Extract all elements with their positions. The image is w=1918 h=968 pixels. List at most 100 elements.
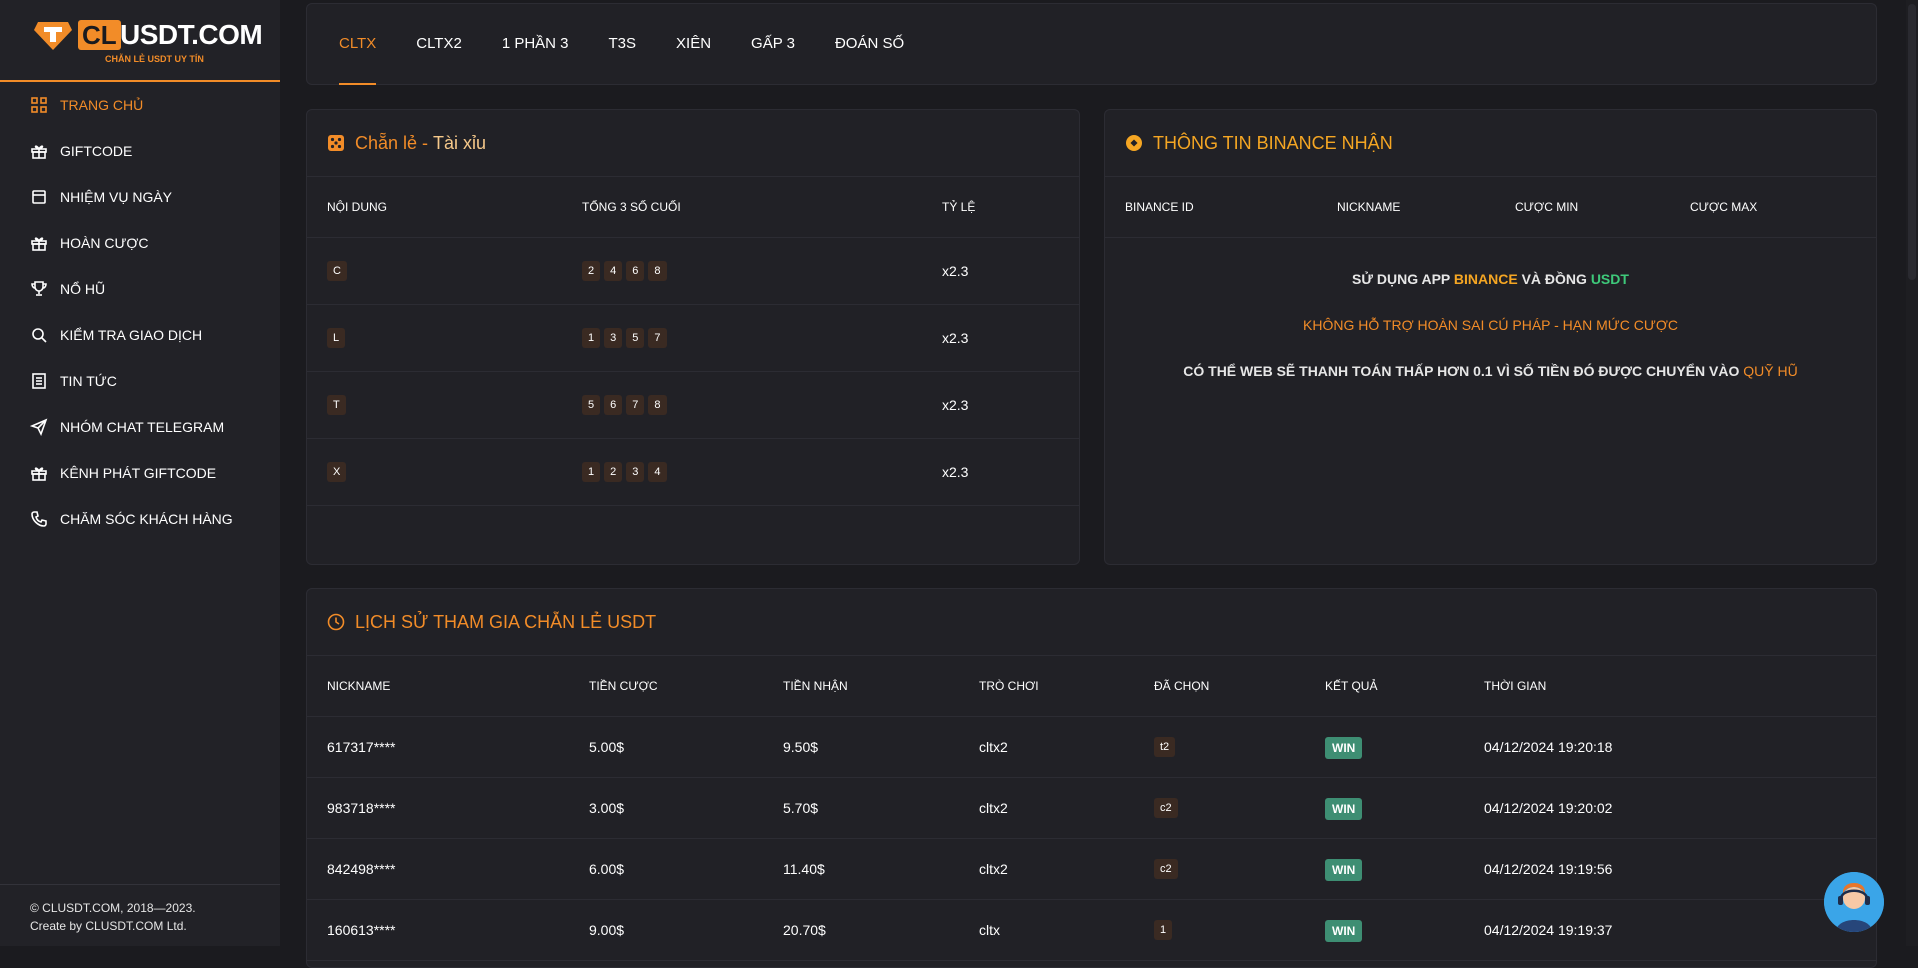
sidebar-item-label: GIFTCODE [60, 143, 133, 159]
game-cell: cltx [959, 899, 1134, 961]
sidebar-item-trang-chu[interactable]: TRANG CHỦ [0, 82, 280, 128]
column-header-thoi-gian: THỜI GIAN [1464, 656, 1876, 717]
rules-title-chan-le: Chẵn lẻ [355, 132, 418, 153]
number-chip: 3 [626, 462, 645, 482]
table-row: L 1357 x2.3 [307, 304, 1079, 372]
gift-icon [30, 142, 48, 160]
column-header-tro-choi: TRÒ CHƠI [959, 656, 1134, 717]
notice-no-refund-line: KHÔNG HỖ TRỢ HOÀN SAI CÚ PHÁP - HẠN MỨC … [1303, 317, 1678, 333]
column-header-ty-le: TỶ LỆ [922, 177, 1079, 238]
sidebar-item-no-hu[interactable]: NỔ HŨ [0, 266, 280, 312]
number-chip: 6 [626, 261, 645, 281]
history-table: NICKNAME TIỀN CƯỢC TIỀN NHẬN TRÒ CHƠI ĐÃ… [307, 656, 1876, 961]
logo-tagline: CHẴN LẺ USDT UY TÍN [105, 54, 204, 64]
sidebar-item-cham-soc-khach-hang[interactable]: CHĂM SÓC KHÁCH HÀNG [0, 496, 280, 542]
number-chip: 1 [582, 328, 601, 348]
tab-gap-3[interactable]: GẤP 3 [751, 3, 795, 85]
tab-cltx2[interactable]: CLTX2 [416, 3, 462, 85]
sidebar-item-label: TIN TỨC [60, 373, 117, 389]
result-badge: WIN [1325, 737, 1363, 759]
bet-cell: 3.00$ [569, 777, 763, 839]
content-code: C [327, 261, 347, 281]
number-chip: 7 [626, 395, 645, 415]
sidebar-item-nhom-chat-telegram[interactable]: NHÓM CHAT TELEGRAM [0, 404, 280, 450]
column-header-tien-nhan: TIỀN NHẬN [763, 656, 959, 717]
receive-cell: 5.70$ [763, 777, 959, 839]
tab-t3s[interactable]: T3S [609, 3, 637, 85]
history-card: LỊCH SỬ THAM GIA CHẴN LẺ USDT NICKNAME T… [306, 588, 1877, 968]
credit-text: Create by CLUSDT.COM Ltd. [30, 919, 187, 933]
table-row: 983718**** 3.00$ 5.70$ cltx2 c2 WIN 04/1… [307, 777, 1876, 839]
sidebar-item-hoan-cuoc[interactable]: HOÀN CƯỢC [0, 220, 280, 266]
receive-cell: 11.40$ [763, 838, 959, 900]
table-row: 842498**** 6.00$ 11.40$ cltx2 c2 WIN 04/… [307, 838, 1876, 900]
history-title: LỊCH SỬ THAM GIA CHẴN LẺ USDT [355, 611, 657, 632]
trophy-icon [30, 280, 48, 298]
diamond-logo-icon [34, 22, 72, 50]
nickname-cell: 617317**** [307, 716, 569, 778]
number-chip: 8 [648, 395, 667, 415]
game-cell: cltx2 [959, 716, 1134, 778]
send-icon [30, 418, 48, 436]
number-chip: 6 [604, 395, 623, 415]
column-header-cuoc-min: CƯỢC MIN [1495, 177, 1670, 238]
time-cell: 04/12/2024 19:19:37 [1464, 899, 1876, 961]
sidebar: CL USDT.COM CHẴN LẺ USDT UY TÍN TRANG CH… [0, 0, 280, 946]
scrollbar-thumb[interactable] [1908, 4, 1916, 280]
sidebar-item-kiem-tra-giao-dich[interactable]: KIỂM TRA GIAO DỊCH [0, 312, 280, 358]
sidebar-item-label: KÊNH PHÁT GIFTCODE [60, 465, 217, 481]
tab-doan-so[interactable]: ĐOÁN SỐ [835, 3, 904, 85]
choice-chip: 1 [1154, 920, 1173, 940]
rules-table: NỘI DUNG TỔNG 3 SỐ CUỐI TỶ LỆ C 2468 x2.… [307, 177, 1079, 506]
sidebar-item-label: NHIỆM VỤ NGÀY [60, 189, 173, 205]
number-chip: 4 [604, 261, 623, 281]
tab-1-phan-3[interactable]: 1 PHẦN 3 [502, 3, 569, 85]
table-row: 617317**** 5.00$ 9.50$ cltx2 t2 WIN 04/1… [307, 716, 1876, 778]
binance-notice: SỬ DỤNG APP BINANCE VÀ ĐỒNG USDT KHÔNG H… [1105, 238, 1876, 394]
rules-card-header: Chẵn lẻ - Tài xỉu [307, 110, 1079, 177]
notice-quy-hu: QUỸ HŨ [1743, 363, 1798, 379]
sidebar-item-kenh-phat-giftcode[interactable]: KÊNH PHÁT GIFTCODE [0, 450, 280, 496]
time-cell: 04/12/2024 19:20:02 [1464, 777, 1876, 839]
bet-cell: 9.00$ [569, 899, 763, 961]
binance-coin-icon [1125, 134, 1143, 152]
result-badge: WIN [1325, 920, 1363, 942]
ratio-value: x2.3 [922, 438, 1079, 506]
notice-text: SỬ DỤNG APP [1352, 271, 1454, 287]
binance-title: THÔNG TIN BINANCE NHẬN [1153, 132, 1393, 153]
column-header-binance-id: BINANCE ID [1105, 177, 1317, 238]
table-row: X 1234 x2.3 [307, 438, 1079, 506]
support-chat-button[interactable] [1824, 872, 1884, 932]
brand-logo[interactable]: CL USDT.COM CHẴN LẺ USDT UY TÍN [0, 0, 280, 82]
column-header-ket-qua: KẾT QUẢ [1305, 656, 1464, 717]
number-chip: 5 [582, 395, 601, 415]
sidebar-item-nhiem-vu-ngay[interactable]: NHIỆM VỤ NGÀY [0, 174, 280, 220]
content-code: L [327, 328, 346, 348]
page-scrollbar[interactable] [1906, 0, 1918, 946]
sidebar-item-giftcode[interactable]: GIFTCODE [0, 128, 280, 174]
receive-cell: 9.50$ [763, 716, 959, 778]
support-agent-icon [1824, 872, 1884, 932]
number-chip: 7 [648, 328, 667, 348]
calendar-icon [30, 188, 48, 206]
game-cell: cltx2 [959, 777, 1134, 839]
sidebar-item-label: NHÓM CHAT TELEGRAM [60, 419, 225, 435]
notice-jackpot-line: CÓ THỂ WEB SẼ THANH TOÁN THẤP HƠN 0.1 VÌ… [1105, 348, 1876, 394]
sidebar-item-label: TRANG CHỦ [60, 97, 144, 113]
sidebar-item-tin-tuc[interactable]: TIN TỨC [0, 358, 280, 404]
sidebar-item-label: HOÀN CƯỢC [60, 235, 149, 251]
table-row: C 2468 x2.3 [307, 237, 1079, 305]
dice-icon [327, 134, 345, 152]
column-header-da-chon: ĐÃ CHỌN [1134, 656, 1305, 717]
number-chip: 5 [626, 328, 645, 348]
content-code: T [327, 395, 346, 415]
tab-xien[interactable]: XIÊN [676, 3, 711, 85]
rules-card: Chẵn lẻ - Tài xỉu NỘI DUNG TỔNG 3 SỐ CUỐ… [306, 109, 1080, 565]
result-badge: WIN [1325, 798, 1363, 820]
history-card-header: LỊCH SỬ THAM GIA CHẴN LẺ USDT [307, 589, 1876, 656]
tab-cltx[interactable]: CLTX [339, 3, 377, 85]
clock-icon [327, 613, 345, 631]
copyright-text: © CLUSDT.COM, 2018—2023. [30, 901, 196, 915]
sidebar-footer: © CLUSDT.COM, 2018—2023. Create by CLUSD… [0, 884, 280, 946]
gift-icon [30, 464, 48, 482]
